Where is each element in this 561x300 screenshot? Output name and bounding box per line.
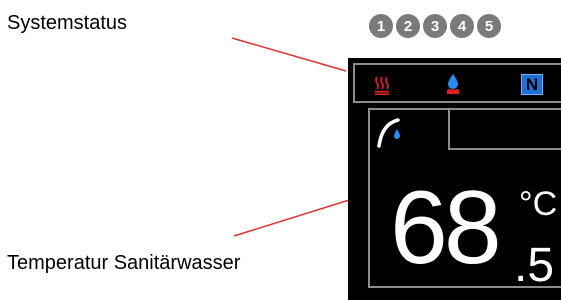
status-leader-line (231, 37, 347, 72)
temperature-leader-line (233, 195, 363, 237)
heating-icon (375, 76, 389, 95)
controller-display: N 68 °C .5 (348, 58, 561, 300)
temperature-decimal: .5 (514, 239, 555, 292)
step-2: 2 (396, 14, 420, 38)
tab-underline (448, 148, 561, 150)
n-badge-icon: N (521, 74, 543, 95)
step-5: 5 (477, 14, 501, 38)
step-indicator: 1 2 3 4 5 (369, 14, 501, 38)
temperature-unit: °C (519, 185, 558, 223)
temperature-value: 68 (390, 170, 502, 286)
tap-icon (377, 118, 400, 148)
step-4: 4 (450, 14, 474, 38)
water-drop-flame-icon (447, 74, 459, 94)
step-1: 1 (369, 14, 393, 38)
tab-divider (448, 110, 450, 150)
step-3: 3 (423, 14, 447, 38)
system-status-row: N (353, 63, 561, 103)
